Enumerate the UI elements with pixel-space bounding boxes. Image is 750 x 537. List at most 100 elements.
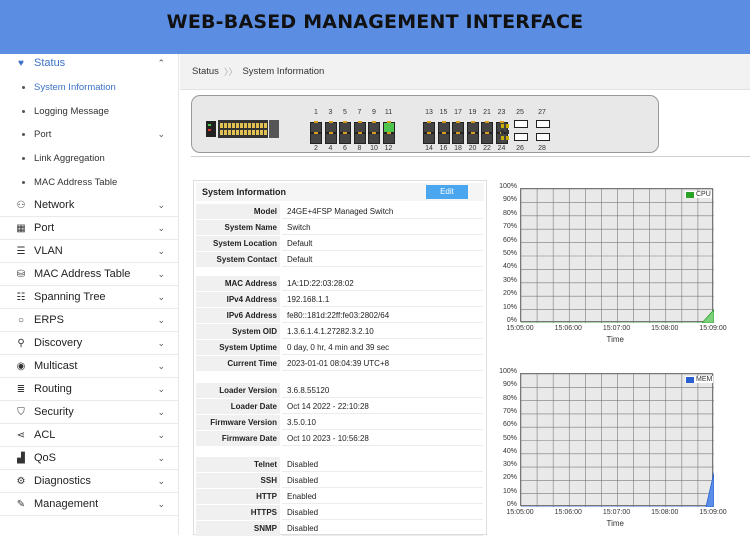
info-key: System OID: [196, 324, 280, 339]
bullet-icon: [22, 180, 25, 184]
breadcrumb-root[interactable]: Status: [192, 66, 219, 77]
info-value: Disabled: [282, 473, 483, 488]
sidebar-subitem-link-aggregation[interactable]: Link Aggregation: [0, 147, 179, 170]
sidebar-item-acl[interactable]: ⋖ ACL ⌄: [0, 424, 179, 447]
sidebar-subitem-label: Logging Message: [34, 105, 109, 117]
sidebar-subitem-label: Link Aggregation: [34, 153, 105, 165]
sidebar-item-label: ERPS: [34, 314, 64, 326]
sidebar-subitem-logging-message[interactable]: Logging Message: [0, 100, 179, 123]
info-row-current-time: Current Time 2023-01-01 08:04:39 UTC+8: [196, 356, 484, 372]
chevron-down-icon: ⌄: [157, 337, 165, 348]
port-2[interactable]: [310, 132, 322, 144]
info-row-system-name: System Name Switch: [196, 220, 484, 236]
port-10[interactable]: [368, 132, 380, 144]
banner: WEB-BASED MANAGEMENT INTERFACE: [0, 0, 750, 54]
sfp-led-icon: [501, 124, 509, 140]
cpu-chart: 0% 10% 20% 30% 40% 50% 60% 70% 80% 90% 100% 15:05:0…: [493, 180, 750, 350]
port-number: 3: [328, 109, 333, 116]
sidebar-item-network[interactable]: ⚇ Network ⌄: [0, 194, 179, 217]
info-row-http: HTTP Enabled: [196, 489, 484, 505]
info-value: 2023-01-01 08:04:39 UTC+8: [282, 356, 483, 371]
port-14[interactable]: [423, 132, 435, 144]
chart-canvas: [521, 189, 714, 323]
legend-swatch: [686, 376, 694, 383]
routing-icon: ≣: [16, 383, 26, 395]
info-key: HTTP: [196, 489, 280, 504]
sidebar-item-discovery[interactable]: ⚲ Discovery ⌄: [0, 332, 179, 355]
sidebar-item-port[interactable]: ▦ Port ⌄: [0, 217, 179, 240]
chevron-down-icon: ⌄: [157, 268, 165, 279]
sfp-port-26[interactable]: [514, 133, 528, 141]
edit-button[interactable]: Edit: [426, 185, 468, 199]
sidebar-item-mac-address-table[interactable]: ⛁ MAC Address Table ⌄: [0, 263, 179, 286]
info-value: Oct 10 2023 - 10:56:28: [282, 431, 483, 446]
wrench-icon: ✎: [16, 498, 26, 510]
x-tick-label: 15:08:00: [651, 509, 679, 516]
sidebar-item-label: Security: [34, 406, 74, 418]
port-16[interactable]: [437, 132, 450, 144]
info-value: Disabled: [282, 505, 483, 520]
y-tick-label: 50%: [502, 250, 517, 257]
sidebar-item-vlan[interactable]: ☰ VLAN ⌄: [0, 240, 179, 263]
chart-legend: MEM: [685, 376, 714, 383]
divider: [191, 156, 750, 157]
port-8[interactable]: [353, 132, 366, 144]
chart-plot-area: [520, 188, 714, 323]
sidebar-item-label: QoS: [34, 452, 57, 464]
port-number: 26: [516, 145, 524, 152]
x-tick-label: 15:05:00: [506, 325, 534, 332]
info-value: 3.5.0.10: [282, 415, 483, 430]
info-value: Default: [282, 252, 483, 267]
sidebar-subitem-system-information[interactable]: System Information: [0, 76, 179, 99]
port-18[interactable]: [452, 132, 464, 144]
sidebar-item-routing[interactable]: ≣ Routing ⌄: [0, 378, 179, 401]
x-axis-label: Time: [606, 519, 624, 528]
sidebar-item-spanning-tree[interactable]: ☷ Spanning Tree ⌄: [0, 286, 179, 309]
multicast-icon: ◉: [16, 360, 26, 372]
y-tick-label: 80%: [502, 394, 517, 402]
x-axis-label: Time: [606, 335, 624, 344]
port-number: 17: [454, 109, 462, 116]
port-22[interactable]: [481, 132, 493, 144]
info-row-firmware-version: Firmware Version 3.5.0.10: [196, 415, 484, 431]
sidebar-item-erps[interactable]: ○ ERPS ⌄: [0, 309, 179, 332]
port-12[interactable]: [382, 132, 395, 144]
share-icon: ⋖: [16, 429, 26, 441]
port-4[interactable]: [324, 132, 337, 144]
y-tick-label: 60%: [502, 236, 517, 244]
qos-chart-icon: ▟: [17, 452, 25, 464]
port-6[interactable]: [339, 132, 351, 144]
x-tick-label: 15:09:00: [699, 325, 727, 332]
legend-label: MEM: [696, 376, 713, 383]
sidebar-item-security[interactable]: ⛉ Security ⌄: [0, 401, 179, 424]
sidebar-item-label: Diagnostics: [34, 475, 91, 487]
sfp-port-27[interactable]: [536, 120, 550, 128]
port-icon: ▦: [16, 222, 26, 234]
breadcrumb-separator-icon: 〉〉: [223, 67, 238, 77]
sidebar-item-label: Network: [34, 199, 75, 211]
info-value: 24GE+4FSP Managed Switch: [282, 204, 483, 219]
sliders-icon: ☷: [16, 291, 26, 303]
sidebar-item-management[interactable]: ✎ Management ⌄: [0, 493, 179, 516]
x-tick-label: 15:07:00: [602, 325, 631, 332]
sidebar-item-qos[interactable]: ▟ QoS ⌄: [0, 447, 179, 470]
sidebar-item-status[interactable]: ♥ Status ⌃: [0, 54, 179, 72]
sfp-port-28[interactable]: [536, 133, 550, 141]
sidebar-item-multicast[interactable]: ◉ Multicast ⌄: [0, 355, 179, 378]
info-key: MAC Address: [196, 276, 280, 291]
sidebar-subitem-port[interactable]: Port ⌄: [0, 123, 179, 146]
info-key: System Name: [196, 220, 280, 235]
port-number: 22: [483, 145, 491, 152]
sfp-port-25[interactable]: [514, 120, 528, 128]
chart-plot-area: [520, 373, 714, 507]
info-row-loader-version: Loader Version 3.6.8.55120: [196, 383, 484, 399]
port-20[interactable]: [466, 132, 479, 144]
port-number: 21: [483, 109, 491, 116]
x-tick-label: 15:05:00: [506, 509, 534, 516]
port-number: 5: [343, 109, 347, 116]
y-tick-label: 30%: [502, 276, 517, 284]
port-number: 14: [425, 145, 433, 152]
info-row-ipv4-address: IPv4 Address 192.168.1.1: [196, 292, 484, 308]
sidebar-item-diagnostics[interactable]: ⚙ Diagnostics ⌄: [0, 470, 179, 493]
sidebar-subitem-mac-address-table[interactable]: MAC Address Table: [0, 171, 179, 194]
